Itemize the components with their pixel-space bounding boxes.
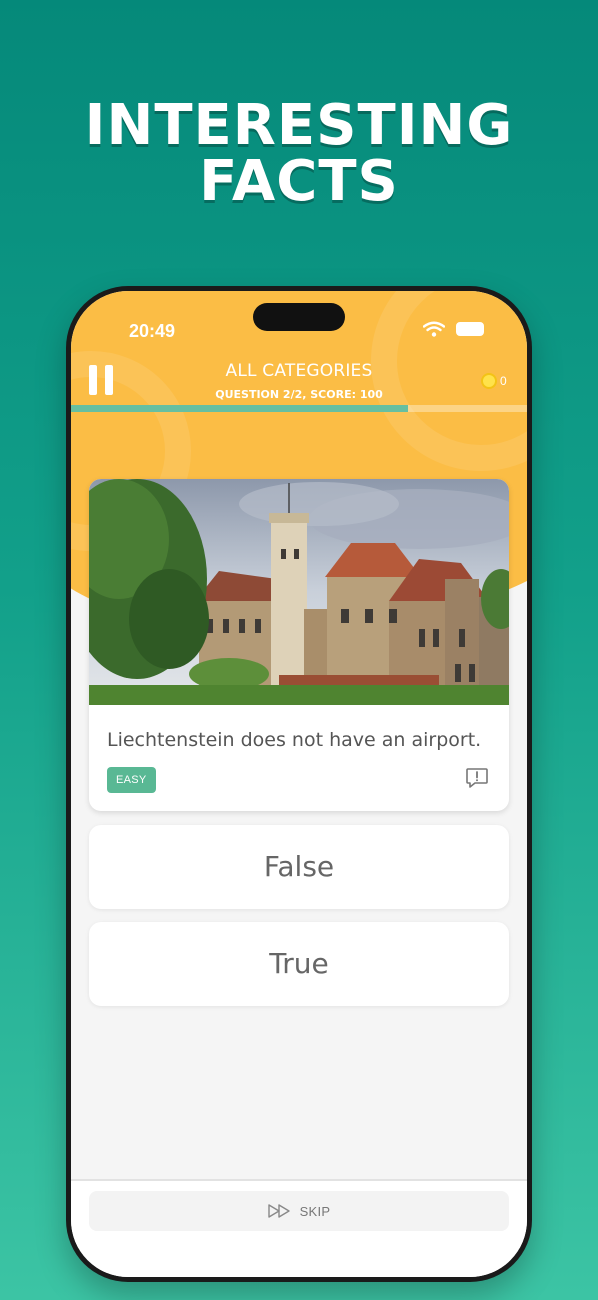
question-score-label: QUESTION 2/2, SCORE: 100 [215,388,383,401]
category-title: ALL CATEGORIES [225,361,373,381]
answer-button-false[interactable]: False [89,825,509,909]
headline-line-1: INTERESTING [84,93,514,158]
answer-button-true[interactable]: True [89,922,509,1006]
skip-button[interactable]: SKIP [89,1191,509,1231]
fast-forward-icon [267,1204,290,1218]
question-text: Liechtenstein does not have an airport. [107,729,482,751]
battery-icon [456,322,484,336]
difficulty-badge: EASY [107,767,156,793]
headline-line-2: FACTS [199,149,399,214]
report-icon[interactable] [465,767,489,789]
wifi-icon [423,321,445,337]
status-time: 20:49 [129,321,176,341]
app-screen: 20:49 ALL CATEGORIES QUESTION 2/2, SCORE… [71,291,527,1277]
progress-fill [71,405,409,412]
bottom-bar: SKIP [71,1179,527,1277]
skip-label: SKIP [299,1203,331,1219]
dynamic-island [253,303,345,331]
progress-bar [71,405,527,412]
promo-headline: INTERESTING FACTS [0,98,598,210]
coin-counter: 0 [481,373,507,389]
question-card: Liechtenstein does not have an airport. … [89,479,509,811]
phone-frame: 20:49 ALL CATEGORIES QUESTION 2/2, SCORE… [66,286,532,1282]
coin-count: 0 [500,374,507,388]
castle-photo [89,479,509,705]
coin-icon [481,373,497,389]
